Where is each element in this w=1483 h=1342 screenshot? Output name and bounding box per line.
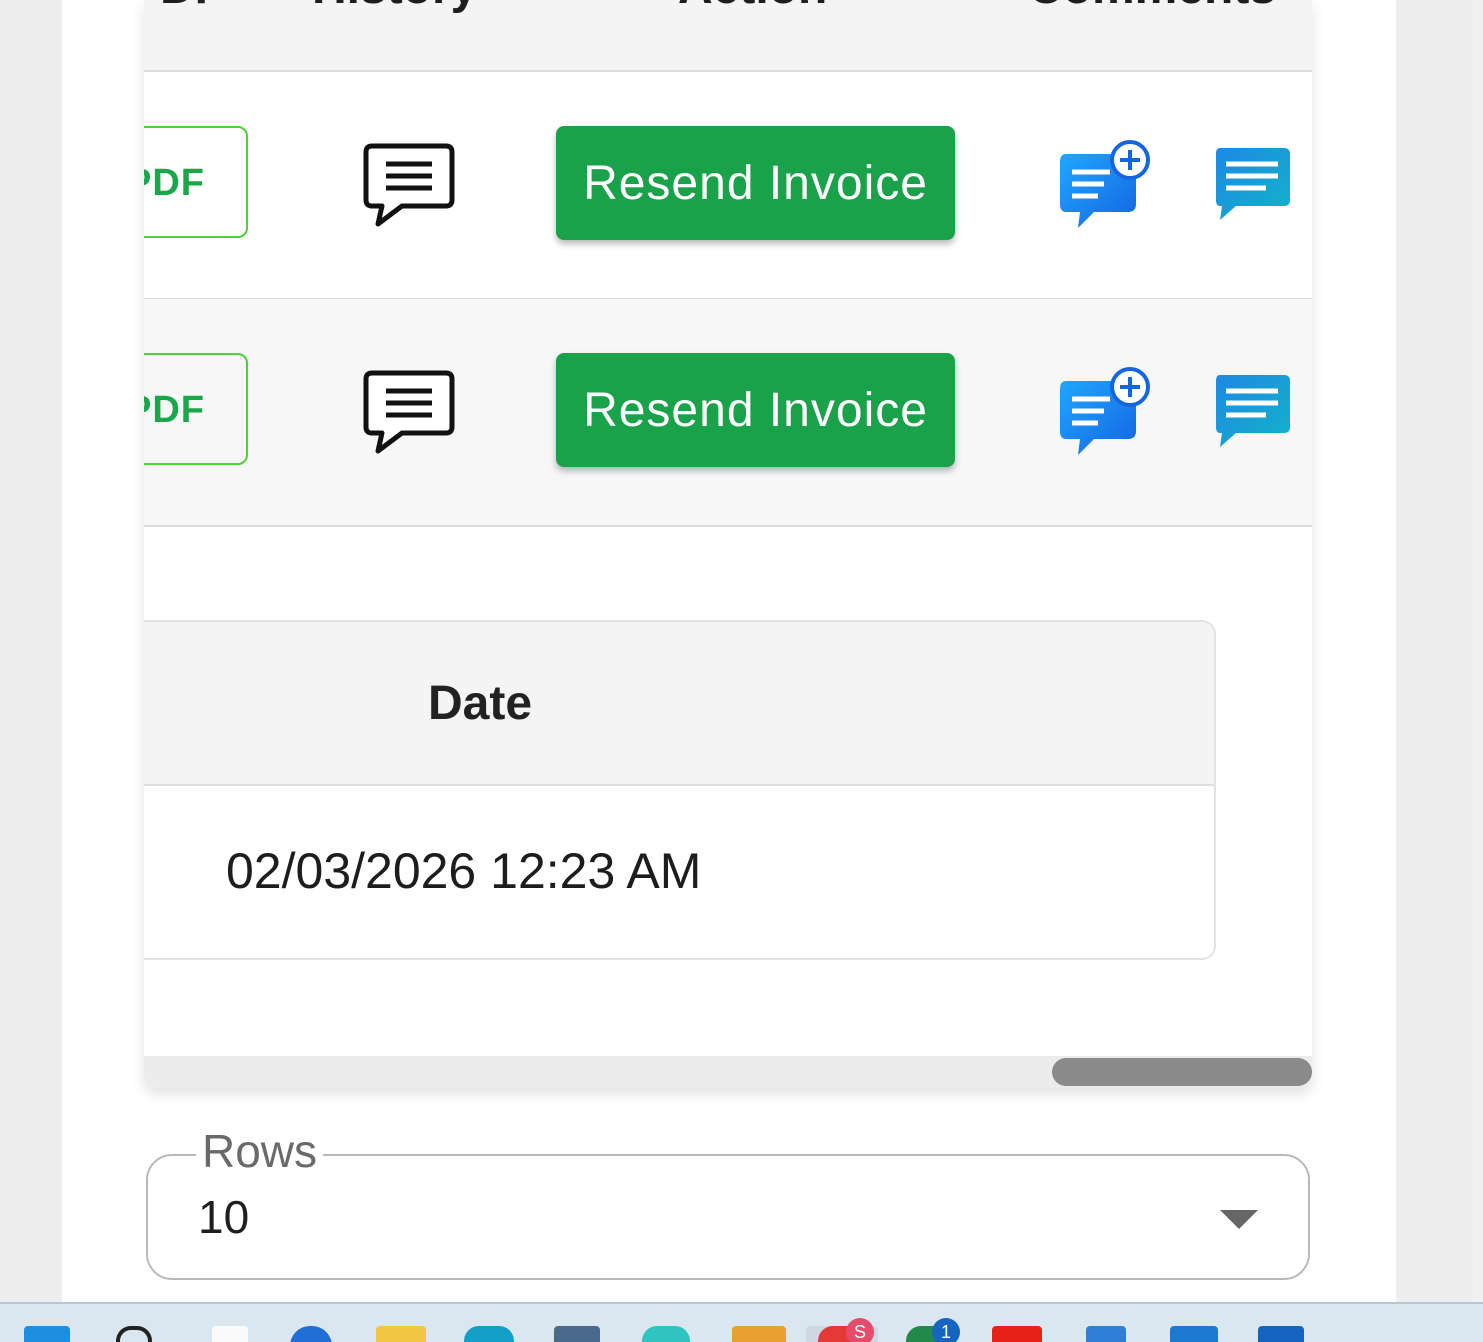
add-comment-icon[interactable] bbox=[1058, 365, 1154, 459]
rows-per-page-label: Rows bbox=[196, 1124, 324, 1178]
horizontal-scrollbar-thumb[interactable] bbox=[1052, 1058, 1312, 1086]
column-header-df: DF bbox=[160, 0, 224, 15]
table-row: PDF Resend Invoice bbox=[144, 72, 1312, 300]
column-header-date: Date bbox=[428, 677, 533, 730]
add-comment-icon[interactable] bbox=[1058, 138, 1154, 232]
resend-invoice-button[interactable]: Resend Invoice bbox=[556, 353, 955, 467]
column-header-history: History bbox=[312, 0, 477, 15]
expanded-detail-table: Date 02/03/2026 12:23 AM bbox=[144, 620, 1216, 960]
chrome-badge: S bbox=[846, 1318, 874, 1342]
resend-invoice-button[interactable]: Resend Invoice bbox=[556, 126, 955, 240]
table-row: PDF Resend Invoice bbox=[144, 299, 1312, 527]
detail-table-header: Date bbox=[144, 622, 1214, 786]
pdf-button[interactable]: PDF bbox=[144, 126, 248, 238]
invoice-table: DF History Action Comments PDF Resend In… bbox=[144, 0, 1312, 1088]
rows-per-page-value: 10 bbox=[198, 1191, 250, 1243]
taskbar: S 1 bbox=[0, 1302, 1483, 1342]
dropdown-caret-icon[interactable] bbox=[1220, 1210, 1258, 1229]
history-chat-icon[interactable] bbox=[362, 369, 456, 455]
view-comments-icon[interactable] bbox=[1214, 373, 1292, 449]
view-comments-icon[interactable] bbox=[1214, 146, 1292, 222]
detail-date-cell: 02/03/2026 12:23 AM bbox=[226, 843, 702, 899]
table-header: DF History Action Comments bbox=[144, 0, 1312, 72]
history-chat-icon[interactable] bbox=[362, 142, 456, 228]
column-header-action: Action bbox=[678, 0, 827, 15]
column-header-comments: Comments bbox=[1028, 0, 1276, 15]
pdf-button[interactable]: PDF bbox=[144, 353, 248, 465]
teams-badge: 1 bbox=[932, 1318, 960, 1342]
pdf-button-label: PDF bbox=[144, 389, 205, 431]
page-vertical-scrollbar[interactable] bbox=[1473, 0, 1483, 1302]
pdf-button-label: PDF bbox=[144, 162, 205, 204]
